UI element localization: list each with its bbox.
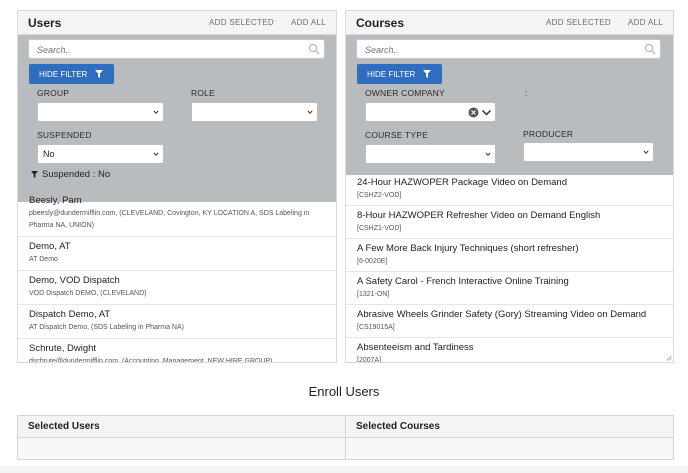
course-list-item-detail: [CS19015A] bbox=[357, 324, 395, 331]
group-label: GROUP bbox=[37, 88, 70, 98]
course-list-item[interactable]: Abrasive Wheels Grinder Safety (Gory) St… bbox=[346, 305, 673, 338]
courses-title: Courses bbox=[356, 15, 405, 30]
courses-hide-filter-button[interactable]: HIDE FILTER bbox=[357, 64, 442, 84]
users-title: Users bbox=[28, 15, 62, 30]
selected-table-body bbox=[18, 438, 673, 459]
courses-panel-header: Courses ADD SELECTED ADD ALL bbox=[346, 11, 673, 35]
course-list-item[interactable]: 8-Hour HAZWOPER Refresher Video on Deman… bbox=[346, 206, 673, 239]
courses-add-all-button[interactable]: ADD ALL bbox=[628, 18, 663, 27]
producer-select[interactable] bbox=[523, 142, 654, 162]
users-panel: Users ADD SELECTED ADD ALL HIDE FILTER G… bbox=[17, 10, 337, 363]
courses-search-box bbox=[356, 39, 661, 59]
filter-icon bbox=[31, 171, 38, 178]
role-label: ROLE bbox=[191, 88, 215, 98]
active-filter-value: No bbox=[98, 169, 111, 180]
user-list-item-title: Schrute, Dwight bbox=[29, 343, 97, 354]
course-type-select[interactable] bbox=[365, 144, 496, 164]
filter-icon bbox=[95, 70, 103, 78]
users-search-box bbox=[28, 39, 325, 59]
chevron-down-icon bbox=[307, 110, 313, 114]
enroll-users-heading: Enroll Users bbox=[308, 384, 380, 399]
course-list-item-detail: [1321-ON] bbox=[357, 291, 390, 298]
course-list-item-title: A Safety Carol - French Interactive Onli… bbox=[357, 276, 569, 287]
selected-courses-cell bbox=[346, 438, 673, 459]
unlabeled-filter-label: : bbox=[525, 88, 528, 98]
user-list-item-detail: pbeesly@dundermifflin.com, (CLEVELAND, C… bbox=[29, 210, 310, 229]
user-list-item-title: Dispatch Demo, AT bbox=[29, 309, 111, 320]
producer-label: PRODUCER bbox=[523, 129, 574, 139]
chevron-down-icon bbox=[153, 110, 159, 114]
search-icon[interactable] bbox=[644, 43, 656, 55]
suspended-label: SUSPENDED bbox=[37, 130, 92, 140]
owner-company-label: OWNER COMPANY bbox=[365, 88, 445, 98]
suspended-select[interactable]: No bbox=[37, 144, 164, 164]
chevron-down-icon bbox=[485, 152, 491, 156]
course-list-item-detail: [2007A] bbox=[357, 357, 382, 362]
user-list-item[interactable]: Beesly, Pam pbeesly@dundermifflin.com, (C… bbox=[18, 191, 336, 237]
active-filter-tag: Suspended : No bbox=[31, 169, 110, 180]
resize-handle-icon[interactable] bbox=[666, 355, 672, 361]
hide-filter-label: HIDE FILTER bbox=[39, 69, 88, 79]
users-list: Beesly, Pam pbeesly@dundermifflin.com, (C… bbox=[18, 191, 336, 362]
user-list-item-title: Demo, AT bbox=[29, 241, 71, 252]
selected-users-header: Selected Users bbox=[18, 416, 346, 437]
course-list-item[interactable]: Absenteeism and Tardiness [2007A] bbox=[346, 338, 673, 362]
owner-company-combobox[interactable] bbox=[365, 102, 496, 122]
user-list-item[interactable]: Schrute, Dwight dschrute@dundermifflin.co… bbox=[18, 339, 336, 362]
users-add-all-button[interactable]: ADD ALL bbox=[291, 18, 326, 27]
role-select[interactable] bbox=[191, 102, 318, 122]
chevron-down-icon[interactable] bbox=[481, 107, 492, 118]
courses-add-selected-button[interactable]: ADD SELECTED bbox=[546, 18, 611, 27]
users-search-input[interactable] bbox=[29, 41, 324, 59]
course-list-item-title: Absenteeism and Tardiness bbox=[357, 342, 474, 353]
users-add-selected-button[interactable]: ADD SELECTED bbox=[209, 18, 274, 27]
selected-table-header: Selected Users Selected Courses bbox=[18, 416, 673, 438]
course-list-item-title: A Few More Back Injury Techniques (short… bbox=[357, 243, 579, 254]
course-list-item-detail: [CSHZ1-VOD] bbox=[357, 225, 402, 232]
course-list-item-detail: [CSHZ2-VOD] bbox=[357, 192, 402, 199]
courses-filter-area: HIDE FILTER OWNER COMPANY : COURSE TYPE … bbox=[346, 35, 673, 175]
selected-users-cell bbox=[18, 438, 346, 459]
course-list-item-detail: [6-0020E] bbox=[357, 258, 388, 265]
users-hide-filter-button[interactable]: HIDE FILTER bbox=[29, 64, 114, 84]
chevron-down-icon bbox=[153, 152, 159, 156]
active-filter-name: Suspended bbox=[42, 169, 91, 180]
user-list-item-detail: AT Dispatch Demo, (SDS Labeling in Pharm… bbox=[29, 324, 184, 331]
selected-courses-header: Selected Courses bbox=[356, 421, 440, 432]
user-list-item-title: Beesly, Pam bbox=[29, 195, 82, 206]
course-list-item[interactable]: 24-Hour HAZWOPER Package Video on Demand… bbox=[346, 173, 673, 206]
user-list-item-detail: VOD Dispatch DEMO, (CLEVELAND) bbox=[29, 290, 147, 297]
course-list-item-title: 24-Hour HAZWOPER Package Video on Demand bbox=[357, 177, 567, 188]
selected-table: Selected Users Selected Courses bbox=[17, 415, 674, 460]
suspended-select-value: No bbox=[43, 149, 55, 159]
filter-icon bbox=[423, 70, 431, 78]
clear-icon[interactable] bbox=[468, 107, 479, 118]
user-list-item[interactable]: Demo, VOD Dispatch VOD Dispatch DEMO, (CL… bbox=[18, 271, 336, 305]
search-icon[interactable] bbox=[308, 43, 320, 55]
course-list-item[interactable]: A Few More Back Injury Techniques (short… bbox=[346, 239, 673, 272]
user-list-item[interactable]: Demo, AT AT Demo bbox=[18, 237, 336, 271]
active-filter-separator: : bbox=[90, 169, 98, 180]
course-list-item[interactable]: A Safety Carol - French Interactive Onli… bbox=[346, 272, 673, 305]
courses-panel: Courses ADD SELECTED ADD ALL HIDE FILTER… bbox=[345, 10, 674, 363]
chevron-down-icon bbox=[643, 150, 649, 154]
user-list-item[interactable]: Dispatch Demo, AT AT Dispatch Demo, (SDS … bbox=[18, 305, 336, 339]
course-list-item-title: 8-Hour HAZWOPER Refresher Video on Deman… bbox=[357, 210, 601, 221]
courses-list: 24-Hour HAZWOPER Package Video on Demand… bbox=[346, 173, 673, 362]
users-filter-area: HIDE FILTER GROUP ROLE SUSPENDED No Susp… bbox=[18, 35, 336, 202]
user-list-item-detail: dschrute@dundermifflin.com, (Accounting,… bbox=[29, 358, 273, 362]
courses-search-input[interactable] bbox=[357, 41, 660, 59]
page-footer-strip bbox=[0, 466, 688, 473]
group-select[interactable] bbox=[37, 102, 164, 122]
user-list-item-title: Demo, VOD Dispatch bbox=[29, 275, 120, 286]
course-list-item-title: Abrasive Wheels Grinder Safety (Gory) St… bbox=[357, 309, 647, 320]
users-panel-header: Users ADD SELECTED ADD ALL bbox=[18, 11, 336, 35]
hide-filter-label: HIDE FILTER bbox=[367, 69, 416, 79]
course-type-label: COURSE TYPE bbox=[365, 130, 428, 140]
user-list-item-detail: AT Demo bbox=[29, 256, 58, 263]
